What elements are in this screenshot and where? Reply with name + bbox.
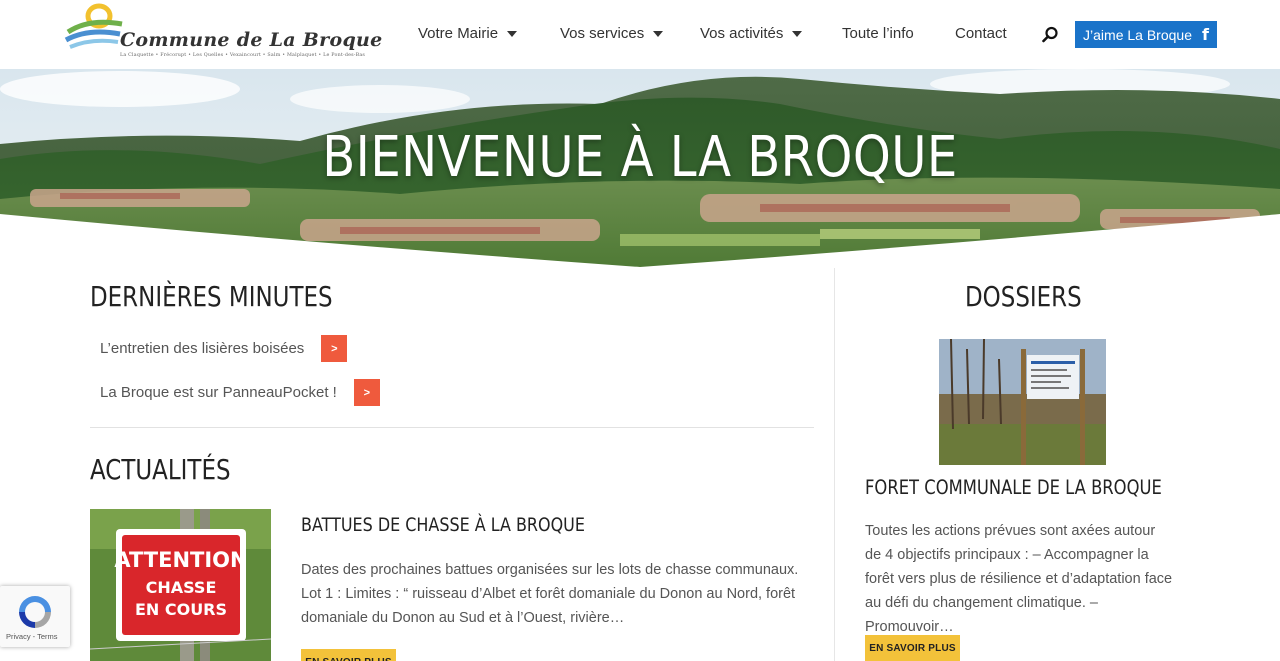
search-icon[interactable]: [1042, 26, 1059, 43]
dernieres-minutes-heading: DERNIÈRES MINUTES: [90, 280, 333, 313]
nav-contact[interactable]: Contact: [955, 25, 1007, 42]
news-thumbnail[interactable]: ATTENTION CHASSE EN COURS: [90, 509, 271, 661]
site-header: Commune de La Broque La Claquette • Fréc…: [0, 0, 1280, 69]
nav-votre-mairie[interactable]: Votre Mairie: [418, 25, 518, 42]
sign-line-1: ATTENTION: [114, 548, 247, 572]
column-divider: [834, 268, 835, 661]
nav-label: Votre Mairie: [418, 25, 499, 42]
minute-item-label[interactable]: L’entretien des lisières boisées: [100, 340, 304, 357]
arrow-right-icon[interactable]: >: [321, 335, 348, 362]
nav-label: Toute l’info: [842, 25, 914, 42]
nav-label: Vos activités: [700, 25, 784, 42]
dossier-more-button[interactable]: EN SAVOIR PLUS: [865, 635, 960, 661]
dossier-title[interactable]: FORET COMMUNALE DE LA BROQUE: [865, 476, 1162, 499]
recaptcha-links[interactable]: Privacy - Terms: [6, 632, 58, 641]
forest-sign-image: [939, 339, 1106, 465]
hunting-sign-image: ATTENTION CHASSE EN COURS: [90, 509, 271, 661]
news-more-button[interactable]: EN SAVOIR PLUS: [301, 649, 396, 661]
fb-button-label: J’aime La Broque: [1083, 26, 1192, 43]
nav-toute-info[interactable]: Toute l’info: [842, 25, 914, 42]
hero-title: BIENVENUE À LA BROQUE: [322, 125, 958, 190]
news-excerpt: Dates des prochaines battues organisées …: [301, 562, 799, 626]
nav-label: Vos services: [560, 25, 645, 42]
caret-down-icon: [792, 30, 803, 37]
nav-vos-services[interactable]: Vos services: [560, 25, 664, 42]
dossier-image[interactable]: [939, 339, 1106, 465]
recaptcha-icon: [19, 596, 51, 628]
facebook-like-button[interactable]: J’aime La Broque f: [1075, 21, 1217, 48]
minute-item[interactable]: La Broque est sur PanneauPocket ! >: [100, 379, 380, 406]
sign-line-3: EN COURS: [135, 600, 227, 619]
hero-banner: BIENVENUE À LA BROQUE: [0, 69, 1280, 269]
sign-line-2: CHASSE: [146, 578, 217, 597]
arrow-right-icon[interactable]: >: [353, 379, 380, 406]
recaptcha-badge[interactable]: Privacy - Terms: [0, 586, 70, 647]
nav-label: Contact: [955, 25, 1007, 42]
minute-item-label[interactable]: La Broque est sur PanneauPocket !: [100, 384, 337, 401]
news-title[interactable]: BATTUES DE CHASSE À LA BROQUE: [301, 514, 585, 536]
facebook-icon: f: [1201, 25, 1209, 44]
dossier-excerpt: Toutes les actions prévues sont axées au…: [865, 523, 1173, 635]
dossiers-heading: DOSSIERS: [965, 280, 1082, 313]
caret-down-icon: [653, 30, 664, 37]
section-divider: [90, 427, 814, 428]
minute-item[interactable]: L’entretien des lisières boisées >: [100, 335, 348, 362]
caret-down-icon: [507, 30, 518, 37]
actualites-heading: ACTUALITÉS: [90, 453, 231, 486]
nav-vos-activites[interactable]: Vos activités: [700, 25, 803, 42]
